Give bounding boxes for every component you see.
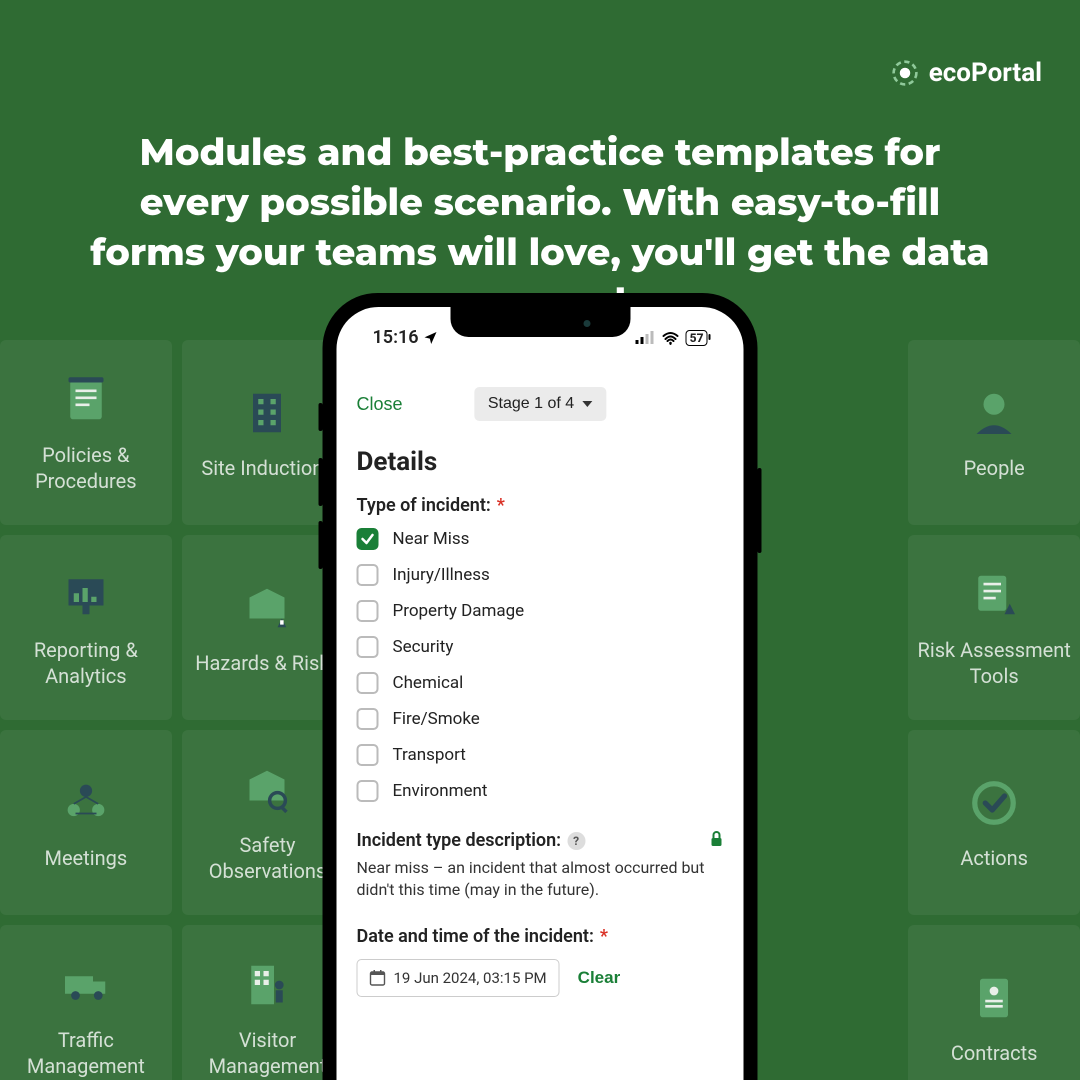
incident-option-chemical[interactable]: Chemical [357,672,724,694]
checkbox[interactable] [357,636,379,658]
checkbox[interactable] [357,528,379,550]
chevron-down-icon [582,401,592,407]
stage-selector[interactable]: Stage 1 of 4 [474,387,606,421]
battery-indicator: 57 [686,330,708,346]
module-actions[interactable]: Actions [908,730,1080,915]
module-traffic-management[interactable]: Traffic Management [0,925,172,1080]
incident-type-description-label: Incident type description: ? [357,830,586,851]
form-topbar: Close Stage 1 of 4 [357,385,724,423]
incident-option-transport[interactable]: Transport [357,744,724,766]
checkbox[interactable] [357,744,379,766]
module-people[interactable]: People [908,340,1080,525]
section-title: Details [357,447,724,477]
phone-mockup: 15:16 57 Close Stage 1 of 4 Det [323,293,758,1080]
lock-icon [710,831,724,851]
checkbox[interactable] [357,600,379,622]
help-icon[interactable]: ? [567,832,585,850]
module-meetings[interactable]: Meetings [0,730,172,915]
module-reporting-analytics[interactable]: Reporting & Analytics [0,535,172,720]
incident-type-options: Near Miss Injury/Illness Property Damage Se… [357,528,724,802]
incident-option-property-damage[interactable]: Property Damage [357,600,724,622]
incident-type-description-text: Near miss – an incident that almost occu… [357,857,724,900]
phone-notch [450,307,630,337]
close-button[interactable]: Close [357,394,403,415]
clear-button[interactable]: Clear [578,968,621,988]
checkbox[interactable] [357,672,379,694]
incident-option-injury-illness[interactable]: Injury/Illness [357,564,724,586]
ecoportal-logo-icon [891,59,919,87]
incident-option-security[interactable]: Security [357,636,724,658]
brand-logo: ecoPortal [891,58,1042,88]
module-policies-procedures[interactable]: Policies & Procedures [0,340,172,525]
brand-name: ecoPortal [929,58,1042,88]
checkbox[interactable] [357,708,379,730]
datetime-label: Date and time of the incident:* [357,926,724,947]
calendar-icon [370,970,386,986]
incident-option-near-miss[interactable]: Near Miss [357,528,724,550]
incident-option-environment[interactable]: Environment [357,780,724,802]
checkbox[interactable] [357,564,379,586]
status-time: 15:16 [373,327,419,348]
location-icon [423,330,439,346]
checkbox[interactable] [357,780,379,802]
module-contracts[interactable]: Contracts [908,925,1080,1080]
signal-icon [636,331,656,345]
incident-option-fire-smoke[interactable]: Fire/Smoke [357,708,724,730]
datetime-input[interactable]: 19 Jun 2024, 03:15 PM [357,959,560,997]
module-risk-assessment-tools[interactable]: Risk Assessment Tools [908,535,1080,720]
type-of-incident-label: Type of incident:* [357,495,724,516]
wifi-icon [662,331,680,345]
